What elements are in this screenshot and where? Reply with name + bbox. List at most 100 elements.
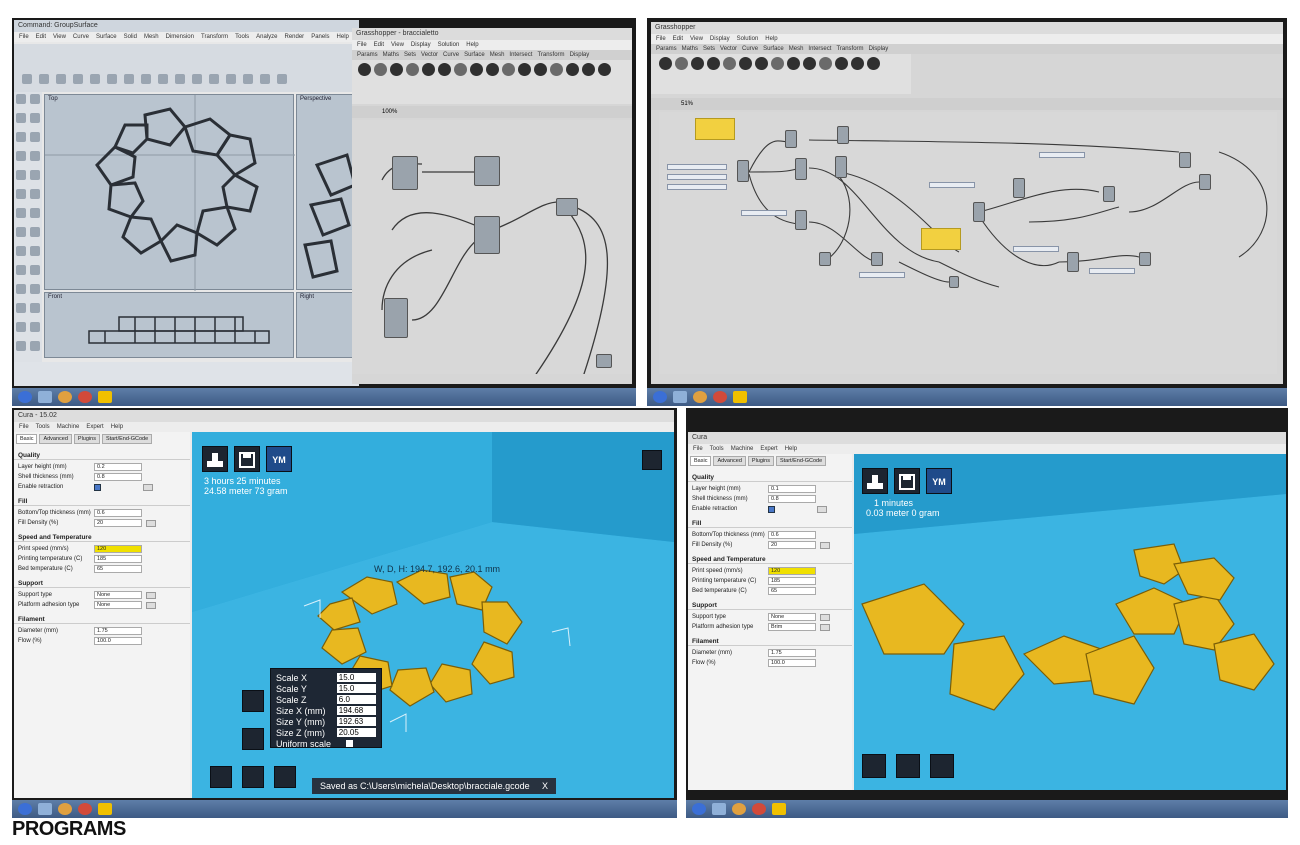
explorer-icon[interactable] — [712, 803, 726, 815]
join-icon[interactable] — [16, 265, 26, 275]
arc-icon[interactable] — [30, 132, 40, 142]
cura-menu-file[interactable]: File — [19, 422, 29, 432]
gh-tab-sets[interactable]: Sets — [404, 50, 416, 60]
gh-component[interactable] — [1199, 174, 1211, 190]
gh-component-icon[interactable] — [707, 57, 720, 70]
gh2-tab-surface[interactable]: Surface — [763, 44, 784, 54]
start-icon[interactable] — [692, 803, 706, 815]
print-icon[interactable] — [73, 74, 83, 84]
menu-help[interactable]: Help — [337, 32, 349, 42]
layer-height-input[interactable]: 0.1 — [768, 485, 816, 493]
cura2-menu-machine[interactable]: Machine — [731, 444, 754, 454]
gh-component-icon[interactable] — [803, 57, 816, 70]
gh-panel[interactable] — [695, 118, 735, 140]
move-icon[interactable] — [16, 284, 26, 294]
split-icon[interactable] — [30, 246, 40, 256]
menu-panels[interactable]: Panels — [311, 32, 329, 42]
gh2-tab-maths[interactable]: Maths — [682, 44, 698, 54]
gh-tab-params[interactable]: Params — [357, 50, 378, 60]
rotate-tool-icon[interactable] — [16, 303, 26, 313]
gh-component-icon[interactable] — [739, 57, 752, 70]
retraction-checkbox[interactable] — [768, 505, 775, 513]
cura2-menu-file[interactable]: File — [693, 444, 703, 454]
scale-z-input[interactable]: 6.0 — [336, 695, 376, 704]
cylinder-icon[interactable] — [30, 208, 40, 218]
gh2-menu-solution[interactable]: Solution — [737, 34, 759, 44]
gh-component-icon[interactable] — [534, 63, 547, 76]
tab-gcode[interactable]: Start/End-GCode — [775, 456, 827, 466]
gh-component-icon[interactable] — [406, 63, 419, 76]
gh-tab-display[interactable]: Display — [570, 50, 590, 60]
cura2-3d-view[interactable]: YM 1 minutes 0.03 meter 0 gram — [854, 454, 1286, 790]
mirror-tool-button-3[interactable] — [274, 766, 296, 788]
folder-icon[interactable] — [772, 803, 786, 815]
menu-file[interactable]: File — [19, 32, 29, 42]
tab-plugins[interactable]: Plugins — [747, 456, 774, 466]
gh-component[interactable] — [795, 210, 807, 230]
gh-tab-curve[interactable]: Curve — [443, 50, 459, 60]
size-z-input[interactable]: 20.05 — [336, 728, 376, 737]
gh-panel[interactable] — [921, 228, 961, 250]
rectangle-icon[interactable] — [30, 151, 40, 161]
gh-component-icon[interactable] — [422, 63, 435, 76]
menu-render[interactable]: Render — [285, 32, 305, 42]
gh-component-icon[interactable] — [771, 57, 784, 70]
gh-component[interactable] — [556, 198, 578, 216]
folder-icon[interactable] — [98, 803, 112, 815]
shell-thickness-input[interactable]: 0.8 — [94, 473, 142, 481]
gh-component[interactable] — [819, 252, 831, 266]
menu-dimension[interactable]: Dimension — [166, 32, 194, 42]
gh-number-slider[interactable] — [929, 182, 975, 188]
support-options-button[interactable] — [146, 591, 156, 599]
gh2-tab-transform[interactable]: Transform — [836, 44, 863, 54]
gh2-menu-help[interactable]: Help — [765, 34, 777, 44]
fillet-icon[interactable] — [30, 227, 40, 237]
scale-icon[interactable] — [30, 303, 40, 313]
diameter-input[interactable]: 1.75 — [94, 627, 142, 635]
viewport-right[interactable]: Right — [296, 292, 358, 358]
layer-icon[interactable] — [260, 74, 270, 84]
gh-component[interactable] — [785, 130, 797, 148]
flow-input[interactable]: 100.0 — [94, 637, 142, 645]
tab-plugins[interactable]: Plugins — [73, 434, 100, 444]
gh-component[interactable] — [1067, 252, 1079, 272]
close-icon[interactable]: X — [542, 781, 548, 791]
extrude-icon[interactable] — [16, 227, 26, 237]
tab-gcode[interactable]: Start/End-GCode — [101, 434, 153, 444]
gh-component-icon[interactable] — [502, 63, 515, 76]
mirror-tool-button-2[interactable] — [242, 766, 264, 788]
gh-component[interactable] — [596, 354, 612, 368]
scale-y-input[interactable]: 15.0 — [336, 684, 376, 693]
gh-component-icon[interactable] — [566, 63, 579, 76]
gh-component-icon[interactable] — [390, 63, 403, 76]
firefox-icon[interactable] — [58, 391, 72, 403]
gh-number-slider[interactable] — [741, 210, 787, 216]
menu-tools[interactable]: Tools — [235, 32, 249, 42]
curve-icon[interactable] — [30, 113, 40, 123]
fill-options-button[interactable] — [820, 541, 830, 549]
gh-menu-edit[interactable]: Edit — [374, 40, 384, 50]
gh-tab-mesh[interactable]: Mesh — [490, 50, 505, 60]
explorer-icon[interactable] — [38, 391, 52, 403]
gh-component[interactable] — [1179, 152, 1191, 168]
ym-button[interactable]: YM — [266, 446, 292, 472]
box-icon[interactable] — [30, 189, 40, 199]
retraction-options-button[interactable] — [817, 505, 827, 513]
gh-menu-view[interactable]: View — [391, 40, 404, 50]
gh-component[interactable] — [737, 160, 749, 182]
mirror-tool-button[interactable] — [930, 754, 954, 778]
load-model-button[interactable] — [862, 468, 888, 494]
explode-icon[interactable] — [30, 265, 40, 275]
gh-component-icon[interactable] — [835, 57, 848, 70]
gh2-tab-intersect[interactable]: Intersect — [808, 44, 831, 54]
gh-tab-vector[interactable]: Vector — [421, 50, 438, 60]
gh-component-icon[interactable] — [518, 63, 531, 76]
ellipse-icon[interactable] — [16, 151, 26, 161]
adhesion-options-button[interactable] — [820, 623, 830, 631]
fill-density-input[interactable]: 20 — [768, 541, 816, 549]
gh-component[interactable] — [837, 126, 849, 144]
tab-advanced[interactable]: Advanced — [39, 434, 72, 444]
save-gcode-button[interactable] — [894, 468, 920, 494]
firefox-icon[interactable] — [58, 803, 72, 815]
folder-icon[interactable] — [98, 391, 112, 403]
